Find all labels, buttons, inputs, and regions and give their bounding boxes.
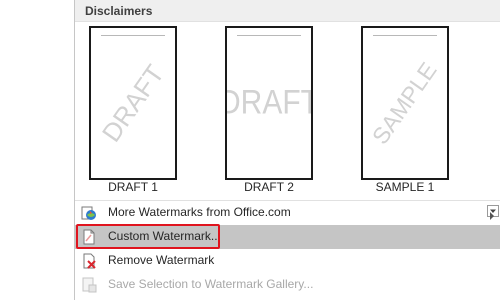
watermark-preview-text: DRAFT [95,58,170,147]
menu-item-label: Remove Watermark [108,253,215,267]
more-watermarks-menu-item[interactable]: More Watermarks from Office.com [75,201,500,225]
gallery-item-label: DRAFT 2 [244,180,294,194]
gallery-item-draft-2[interactable]: DRAFT DRAFT 2 [225,26,313,194]
remove-watermark-icon [81,253,97,269]
document-background [0,0,74,300]
office-globe-icon [81,205,97,221]
gallery-item-sample-1[interactable]: SAMPLE SAMPLE 1 [361,26,449,194]
menu-item-label: Save Selection to Watermark Gallery... [108,277,314,291]
gallery-item-label: SAMPLE 1 [375,180,435,194]
watermark-preview-page: DRAFT [89,26,177,180]
watermark-preview-page: DRAFT [225,26,313,180]
section-title: Disclaimers [85,4,153,18]
watermark-preview-text: SAMPLE [367,57,443,149]
section-header: Disclaimers [75,0,500,22]
save-gallery-icon [81,277,97,293]
watermark-dropdown-panel: Disclaimers DRAFT DRAFT 1 DRAFT DRAFT 2 [74,0,500,300]
watermark-gallery: DRAFT DRAFT 1 DRAFT DRAFT 2 SAMPLE SAMPL… [75,22,500,217]
save-selection-menu-item: Save Selection to Watermark Gallery... [75,273,500,297]
menu-item-label: More Watermarks from Office.com [108,205,291,219]
watermark-preview-page: SAMPLE [361,26,449,180]
gallery-item-draft-1[interactable]: DRAFT DRAFT 1 [89,26,177,194]
remove-watermark-menu-item[interactable]: Remove Watermark [75,249,500,273]
gallery-item-label: DRAFT 1 [108,180,158,194]
highlight-annotation [76,224,220,249]
watermark-preview-text: DRAFT [227,83,311,122]
submenu-arrow-icon [489,209,495,220]
